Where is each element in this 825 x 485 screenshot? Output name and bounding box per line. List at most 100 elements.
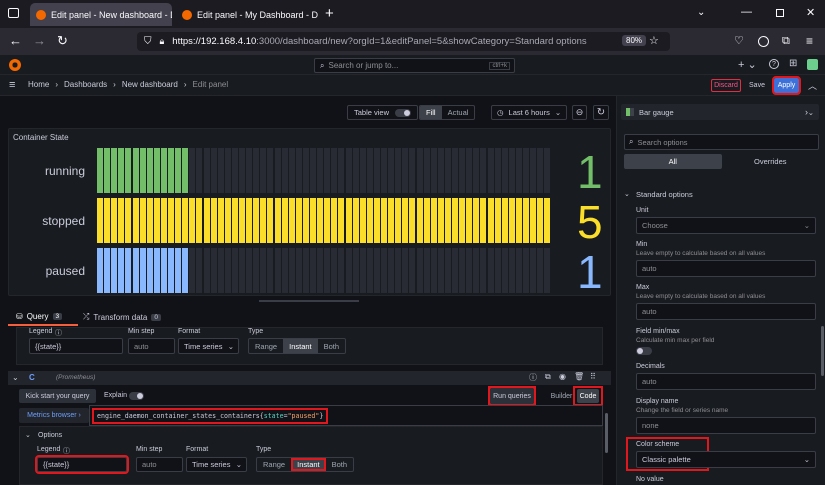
- unit-select[interactable]: Choose ⌄: [636, 217, 816, 234]
- grafana-favicon: [36, 9, 46, 20]
- search-options-input[interactable]: ⌕ Search options: [624, 134, 819, 150]
- format-select[interactable]: Time series ⌄: [186, 457, 247, 472]
- search-bar[interactable]: ⌕ Search or jump to... ctrl+k: [314, 58, 515, 73]
- options-chevron-icon[interactable]: ⌄: [25, 431, 31, 439]
- format-select[interactable]: Time series ⌄: [178, 338, 239, 354]
- browser-tab-active[interactable]: Edit panel - New dashboard - D ✕: [30, 3, 172, 26]
- fill-actual-toggle[interactable]: Fill Actual: [419, 105, 476, 120]
- lock-icon[interactable]: 🔒︎: [160, 36, 165, 47]
- explain-switch[interactable]: [129, 392, 144, 400]
- account-icon[interactable]: [758, 36, 769, 47]
- gauge-segment: [373, 198, 380, 243]
- address-bar[interactable]: ⛉ 🔒︎ https://192.168.4.10:3000/dashboard…: [137, 32, 670, 51]
- gauge-segment: [459, 248, 466, 293]
- breadcrumb-home[interactable]: Home: [28, 80, 49, 89]
- builder-tab[interactable]: Builder: [549, 389, 574, 403]
- type-both[interactable]: Both: [326, 458, 353, 471]
- hamburger-menu-icon[interactable]: ≡: [9, 79, 15, 91]
- type-instant[interactable]: Instant: [291, 458, 326, 471]
- refresh-button[interactable]: ↻: [593, 105, 609, 120]
- options-scrollbar[interactable]: [821, 326, 824, 376]
- save-button[interactable]: Save: [746, 79, 768, 92]
- type-radio-group[interactable]: Range Instant Both: [248, 338, 347, 354]
- field-min-max-switch[interactable]: [636, 347, 652, 355]
- extensions-icon[interactable]: ⧉: [782, 34, 790, 48]
- collapse-chevron-icon[interactable]: ︿: [808, 79, 817, 92]
- gauge-segment: [366, 248, 373, 293]
- bookmark-star-icon[interactable]: ☆: [649, 34, 659, 47]
- table-view-switch[interactable]: [395, 108, 412, 117]
- reload-icon[interactable]: ↻: [57, 34, 68, 48]
- type-both[interactable]: Both: [318, 339, 345, 353]
- actual-option[interactable]: Actual: [442, 106, 475, 119]
- help-icon[interactable]: ⓘ: [529, 372, 537, 383]
- shield-icon[interactable]: ⛉: [144, 36, 152, 47]
- kick-start-button[interactable]: Kick start your query: [19, 389, 96, 403]
- minimize-icon[interactable]: —: [741, 6, 752, 18]
- add-icon[interactable]: + ⌄: [738, 58, 757, 71]
- back-icon[interactable]: ←: [9, 34, 22, 48]
- close-window-icon[interactable]: ✕: [806, 6, 815, 19]
- pocket-icon[interactable]: ♡: [734, 34, 744, 48]
- query-ref-id[interactable]: C: [29, 373, 35, 382]
- min-input[interactable]: auto: [636, 260, 816, 277]
- options-label[interactable]: Options: [38, 432, 62, 439]
- legend-input[interactable]: {{state}}: [29, 338, 123, 354]
- eye-icon[interactable]: ◉: [559, 372, 566, 381]
- zoom-level[interactable]: 80%: [622, 35, 647, 46]
- min-step-input[interactable]: auto: [128, 338, 175, 354]
- decimals-input[interactable]: auto: [636, 373, 816, 390]
- gauge-segment: [224, 248, 231, 293]
- grafana-logo-icon[interactable]: [9, 59, 21, 71]
- time-range-picker[interactable]: ◷ Last 6 hours ⌄: [491, 105, 568, 120]
- query-expression-editor[interactable]: engine_daemon_container_states_container…: [89, 405, 603, 426]
- tab-all[interactable]: All: [624, 154, 722, 169]
- breadcrumb-new-dashboard[interactable]: New dashboard: [122, 80, 178, 89]
- maximize-icon[interactable]: [776, 9, 784, 17]
- news-icon[interactable]: ⊞: [789, 58, 797, 69]
- url-text[interactable]: https://192.168.4.10:3000/dashboard/new?…: [172, 36, 586, 47]
- tab-overflow-icon[interactable]: ⌄: [697, 7, 705, 18]
- table-view-toggle[interactable]: Table view: [347, 105, 419, 120]
- section-chevron-icon[interactable]: ⌄: [624, 190, 630, 198]
- tab-query[interactable]: ⛁ Query 3: [16, 312, 63, 321]
- browser-tab[interactable]: Edit panel - My Dashboard - Da ✕: [176, 3, 318, 26]
- type-radio-group[interactable]: Range Instant Both: [256, 457, 355, 472]
- breadcrumb-bar: ≡ Home › Dashboards › New dashboard › Ed…: [0, 75, 825, 96]
- tab-overrides[interactable]: Overrides: [722, 154, 820, 169]
- color-scheme-select[interactable]: Classic palette ⌄: [636, 451, 816, 468]
- trash-icon[interactable]: 🗑︎: [574, 372, 584, 381]
- apply-button[interactable]: Apply: [772, 76, 801, 95]
- format-label: Format: [178, 328, 201, 335]
- menu-icon[interactable]: ≡: [806, 34, 813, 48]
- fill-option[interactable]: Fill: [420, 106, 442, 119]
- visualization-picker[interactable]: Bar gauge ⌄: [621, 104, 819, 120]
- help-icon[interactable]: ?: [769, 59, 779, 69]
- type-range[interactable]: Range: [257, 458, 291, 471]
- user-avatar[interactable]: [807, 59, 818, 70]
- standard-options-heading[interactable]: Standard options: [636, 190, 693, 199]
- gauge-segment: [239, 248, 246, 293]
- display-name-input[interactable]: none: [636, 417, 816, 434]
- tab-list-icon[interactable]: [8, 8, 19, 18]
- min-step-input[interactable]: auto: [136, 457, 183, 472]
- metrics-browser-button[interactable]: Metrics browser ›: [19, 408, 89, 423]
- type-range[interactable]: Range: [249, 339, 283, 353]
- query-scrollbar[interactable]: [605, 413, 608, 453]
- zoom-out-button[interactable]: ⊖: [572, 105, 587, 120]
- type-instant[interactable]: Instant: [283, 339, 318, 353]
- gauge-segment: [430, 248, 437, 293]
- collapse-options-icon[interactable]: ›: [805, 107, 808, 117]
- drag-handle-icon[interactable]: ⠿: [590, 372, 596, 381]
- new-tab-icon[interactable]: +: [325, 5, 334, 22]
- forward-icon[interactable]: →: [33, 34, 46, 48]
- max-input[interactable]: auto: [636, 303, 816, 320]
- discard-button[interactable]: Discard: [711, 79, 741, 92]
- breadcrumb-dashboards[interactable]: Dashboards: [64, 80, 107, 89]
- tab-transform[interactable]: ⤮ Transform data 0: [83, 312, 161, 322]
- panel-resize-handle[interactable]: [259, 300, 359, 302]
- gauge-segment: [125, 248, 132, 293]
- duplicate-icon[interactable]: ⧉: [545, 372, 551, 382]
- collapse-chevron-icon[interactable]: ⌄: [12, 373, 19, 382]
- legend-input[interactable]: {{state}}: [35, 455, 129, 474]
